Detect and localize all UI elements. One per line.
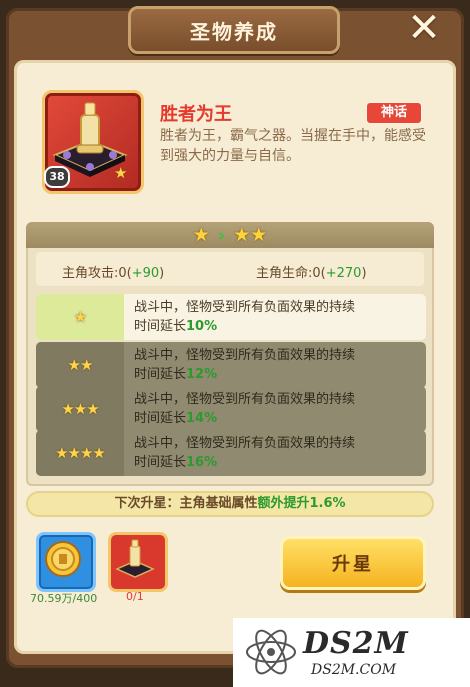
star-rating: ★★★★: [36, 430, 124, 476]
coin-cost-card[interactable]: [36, 532, 96, 592]
relic-description: 胜者为王，霸气之器。当握在手中，能感受到强大的力量与自信。: [160, 128, 426, 164]
hp-stat-close: ): [361, 266, 367, 281]
rarity-badge: 神话: [366, 102, 422, 124]
close-button[interactable]: ✕: [402, 5, 446, 51]
effect-label: 时间延长: [134, 319, 187, 334]
next-star-icon: ★★: [233, 224, 268, 246]
effect-line: 时间延长14%: [134, 409, 424, 428]
watermark-main: DS2M: [303, 626, 409, 661]
relic-cost-text: 0/1: [126, 590, 144, 603]
effect-row-3star: ★★★ 战斗中，怪物受到所有负面效果的持续 时间延长14%: [36, 386, 426, 432]
chess-king-icon: [115, 539, 155, 578]
relic-star-icon: ★: [114, 164, 128, 182]
effect-percent: 10%: [186, 319, 218, 334]
star-rating: ★: [36, 294, 124, 340]
watermark-sub: DS2M.COM: [311, 662, 397, 678]
hp-stat: 主角生命:0(+270): [256, 262, 367, 281]
effect-label: 时间延长: [134, 455, 187, 470]
effect-line: 时间延长10%: [134, 317, 424, 336]
current-star-icon: ★: [192, 224, 210, 246]
effect-line: 时间延长12%: [134, 365, 424, 384]
next-star-bonus: 下次升星：主角基础属性额外提升1.6%: [26, 491, 434, 517]
effect-row-4star: ★★★★ 战斗中，怪物受到所有负面效果的持续 时间延长16%: [36, 430, 426, 476]
effect-row-1star: ★ 战斗中，怪物受到所有负面效果的持续 时间延长10%: [36, 294, 426, 340]
title-plate: 圣物养成: [128, 6, 340, 54]
attack-stat-increase: +90: [131, 266, 160, 281]
effect-line: 战斗中，怪物受到所有负面效果的持续: [134, 392, 356, 407]
attack-stat-close: ): [159, 266, 165, 281]
hp-stat-label: 主角生命:0(: [256, 266, 326, 281]
effect-line: 战斗中，怪物受到所有负面效果的持续: [134, 348, 356, 363]
effect-percent: 14%: [186, 411, 218, 426]
effect-label: 时间延长: [134, 367, 187, 382]
effect-line: 时间延长16%: [134, 453, 424, 472]
arrow-right-icon: ›: [217, 224, 226, 246]
star-rating: ★★: [36, 342, 124, 388]
effect-percent: 12%: [186, 367, 218, 382]
atom-logo-icon: [246, 629, 296, 675]
star-rating: ★★★: [36, 386, 124, 432]
next-star-prefix: 下次升星：主角基础属性: [114, 496, 258, 511]
relic-level-badge: 38: [44, 166, 70, 188]
hp-stat-increase: +270: [325, 266, 362, 281]
effect-percent: 16%: [186, 455, 218, 470]
upgrade-star-button[interactable]: 升星: [280, 536, 426, 590]
next-star-bonus-value: 额外提升1.6%: [257, 496, 346, 511]
effect-row-2star: ★★ 战斗中，怪物受到所有负面效果的持续 时间延长12%: [36, 342, 426, 388]
effect-label: 时间延长: [134, 411, 187, 426]
effect-text: 战斗中，怪物受到所有负面效果的持续 时间延长10%: [134, 298, 424, 336]
relic-name: 胜者为王: [160, 104, 232, 125]
effect-text: 战斗中，怪物受到所有负面效果的持续 时间延长16%: [134, 434, 424, 472]
page-title: 圣物养成: [190, 19, 278, 44]
effect-text: 战斗中，怪物受到所有负面效果的持续 时间延长12%: [134, 346, 424, 384]
attack-stat-label: 主角攻击:0(: [62, 266, 132, 281]
coin-icon: [45, 541, 81, 577]
close-icon: ✕: [407, 5, 441, 51]
attack-stat: 主角攻击:0(+90): [62, 262, 164, 281]
effect-text: 战斗中，怪物受到所有负面效果的持续 时间延长14%: [134, 390, 424, 428]
effect-line: 战斗中，怪物受到所有负面效果的持续: [134, 300, 356, 315]
watermark-logo: DS2M DS2M.COM: [233, 618, 470, 687]
coin-cost-text: 70.59万/400: [30, 592, 98, 605]
effect-line: 战斗中，怪物受到所有负面效果的持续: [134, 436, 356, 451]
star-transition-header: ★ › ★★: [26, 222, 434, 248]
relic-cost-card[interactable]: [108, 532, 168, 592]
